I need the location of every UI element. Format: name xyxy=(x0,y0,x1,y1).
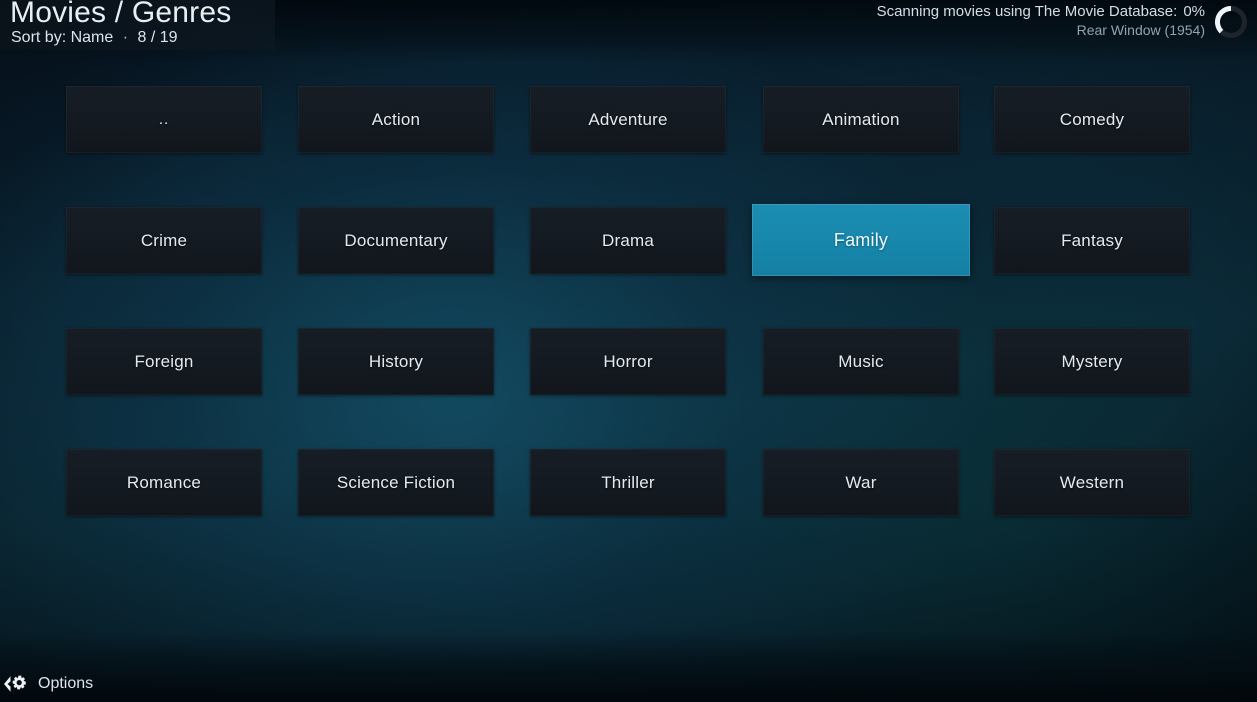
genre-tile[interactable]: History xyxy=(298,328,494,395)
options-label: Options xyxy=(38,675,94,692)
genre-grid-row: .. Action Adventure Animation Comedy xyxy=(66,86,1194,207)
genre-tile[interactable]: Family xyxy=(752,204,970,276)
genre-tile[interactable]: Thriller xyxy=(530,449,726,516)
genre-tile[interactable]: Science Fiction xyxy=(298,449,494,516)
genre-tile-label: History xyxy=(368,351,424,371)
genre-tile[interactable]: Documentary xyxy=(298,207,494,274)
genre-tile-label: Documentary xyxy=(344,230,448,250)
scan-status: Scanning movies using The Movie Database… xyxy=(877,2,1205,39)
genre-tile[interactable]: Music xyxy=(763,328,959,395)
genre-grid: .. Action Adventure Animation Comedy Crime Doc… xyxy=(66,86,1194,570)
genre-tile-label: Family xyxy=(833,229,889,250)
sort-by-value[interactable]: Name xyxy=(71,29,114,46)
genre-tile[interactable]: Mystery xyxy=(994,328,1190,395)
genre-tile[interactable]: Action xyxy=(298,86,494,153)
left-chevron-gear-icon xyxy=(4,675,26,692)
page-title: Movies / Genres xyxy=(10,0,232,29)
genre-tile[interactable]: Drama xyxy=(530,207,726,274)
genre-grid-row: Romance Science Fiction Thriller War Western xyxy=(66,449,1194,570)
genre-tile-label: Adventure xyxy=(588,109,668,129)
genre-tile-label: Comedy xyxy=(1059,109,1125,129)
genre-tile-label: Crime xyxy=(140,230,188,250)
genre-tile-label: Mystery xyxy=(1061,351,1123,371)
genre-tile[interactable]: Comedy xyxy=(994,86,1190,153)
options-button[interactable]: Options xyxy=(0,669,99,699)
genre-grid-row: Foreign History Horror Music Mystery xyxy=(66,328,1194,449)
loading-spinner-icon xyxy=(1215,6,1247,38)
genre-tile-label: .. xyxy=(158,111,170,128)
kodi-genres-window: Movies / Genres Sort by: Name · 8 / 19 S… xyxy=(0,0,1257,702)
genre-tile-label: Fantasy xyxy=(1061,230,1123,250)
genre-tile[interactable]: Adventure xyxy=(530,86,726,153)
genre-tile[interactable]: War xyxy=(763,449,959,516)
genre-tile-label: Animation xyxy=(822,109,900,129)
genre-tile-label: Drama xyxy=(601,230,654,250)
scan-progress-percent: 0% xyxy=(1183,3,1205,20)
genre-tile-label: Foreign xyxy=(134,351,194,371)
scan-status-text: Scanning movies using The Movie Database… xyxy=(876,3,1178,20)
genre-tile-label: Music xyxy=(838,351,884,371)
item-count: 8 / 19 xyxy=(137,29,178,46)
sort-and-count-info: Sort by: Name · 8 / 19 xyxy=(11,28,178,47)
genre-tile-label: Horror xyxy=(603,351,653,371)
genre-tile-label: Thriller xyxy=(601,472,655,492)
genre-tile[interactable]: Fantasy xyxy=(994,207,1190,274)
separator-dot: · xyxy=(122,29,129,46)
genre-tile-parent-folder[interactable]: .. xyxy=(66,86,262,153)
genre-tile-label: Western xyxy=(1059,472,1125,492)
genre-tile[interactable]: Western xyxy=(994,449,1190,516)
genre-tile[interactable]: Horror xyxy=(530,328,726,395)
genre-tile-label: War xyxy=(845,472,877,492)
scan-status-line: Scanning movies using The Movie Database… xyxy=(877,2,1205,21)
genre-tile-label: Romance xyxy=(126,472,202,492)
genre-tile[interactable]: Foreign xyxy=(66,328,262,395)
sort-by-label: Sort by: xyxy=(11,29,67,46)
genre-grid-row: Crime Documentary Drama Family Fantasy xyxy=(66,204,1194,328)
scan-current-item: Rear Window (1954) xyxy=(1076,22,1205,38)
genre-tile[interactable]: Romance xyxy=(66,449,262,516)
genre-tile[interactable]: Animation xyxy=(763,86,959,153)
genre-tile-label: Science Fiction xyxy=(336,472,456,492)
genre-tile-label: Action xyxy=(371,109,421,129)
bottom-bar: Options xyxy=(0,666,1257,702)
genre-tile[interactable]: Crime xyxy=(66,207,262,274)
